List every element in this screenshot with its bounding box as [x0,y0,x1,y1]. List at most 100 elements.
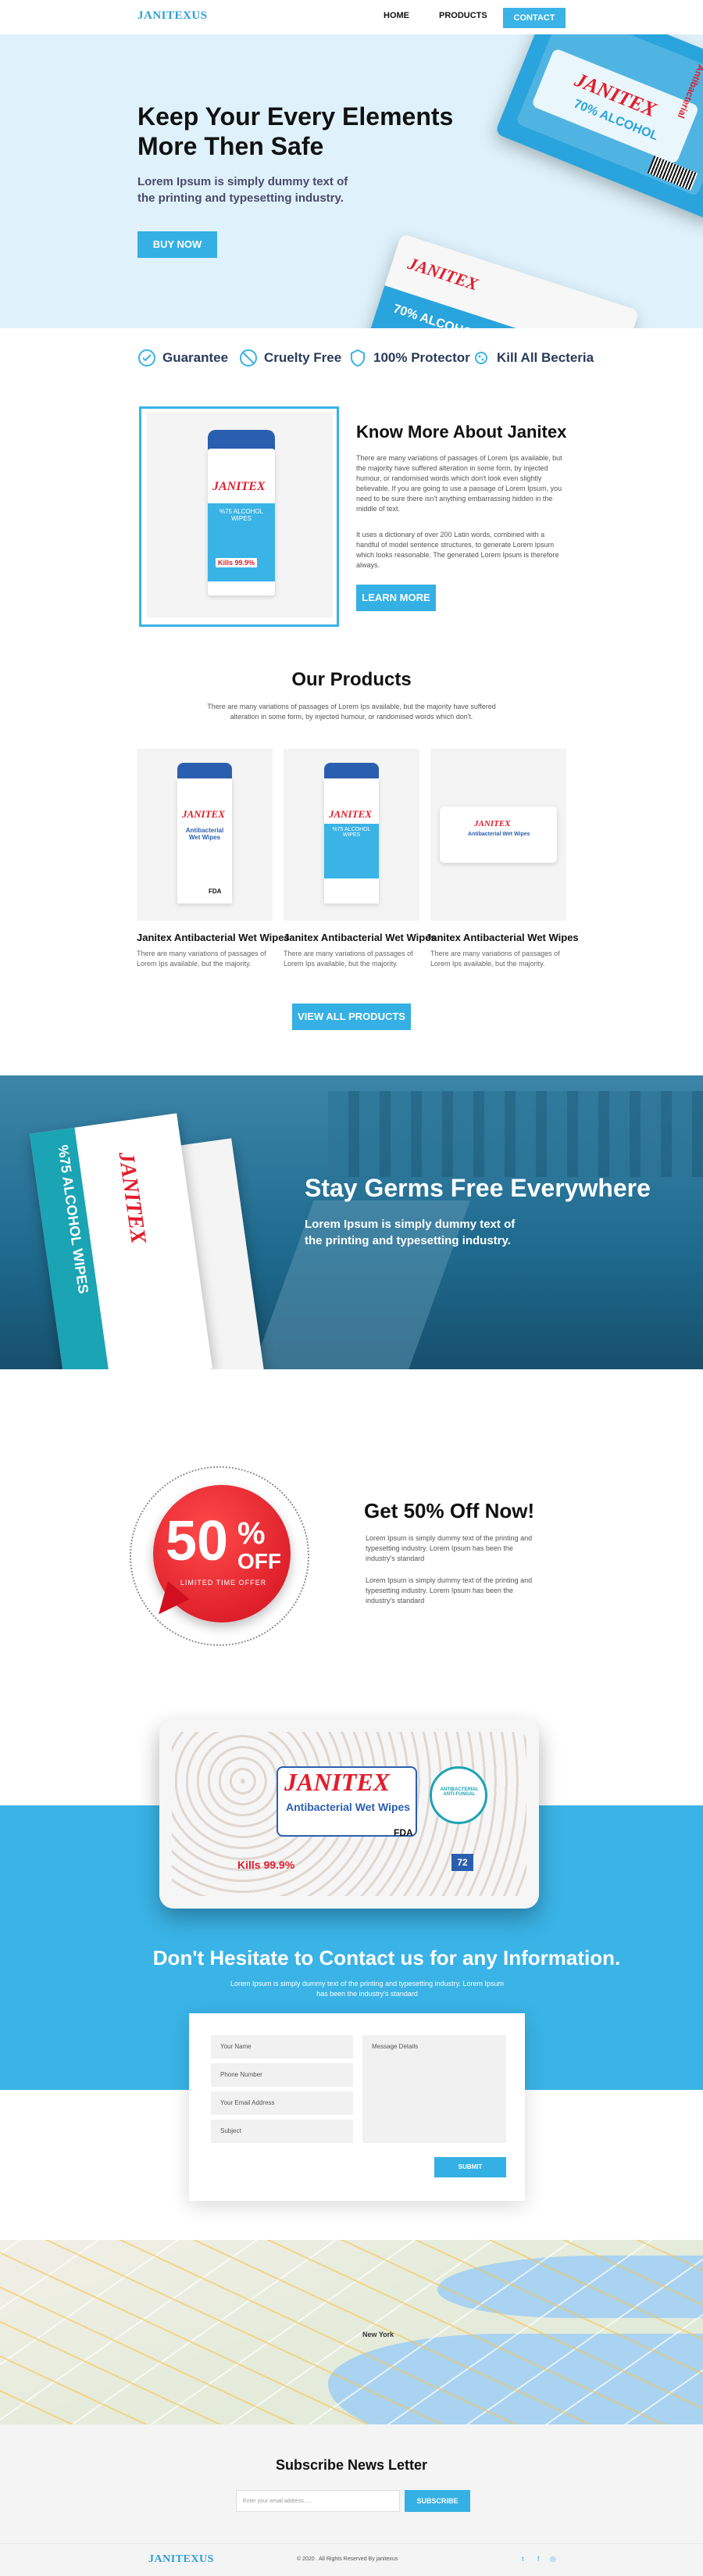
about-title: Know More About Janitex [356,422,567,442]
offer-paragraph-2: Lorem Ipsum is simply dummy text of the … [366,1576,533,1605]
products-title: Our Products [291,669,412,690]
offer-paragraph-1: Lorem Ipsum is simply dummy text of the … [366,1534,533,1562]
hero-pack-top: JANITEX 70% ALCOHOL Antibacterial [494,34,703,221]
feature-kill-bacteria-label: Kill All Becteria [497,350,594,365]
name-field[interactable]: Your Name [211,2035,353,2059]
hero-title-line1: Keep Your Every Elements [137,102,454,131]
canister-body: JANITEX %75 ALCOHOL WIPES Kills 99.9% [208,449,275,596]
nav-home-link[interactable]: HOME [384,11,409,20]
about-paragraph-2: It uses a dictionary of over 200 Latin w… [356,531,559,569]
about-product-image: JANITEX %75 ALCOHOL WIPES Kills 99.9% [147,413,333,617]
product-2-brand: JANITEX [329,808,372,820]
guarantee-icon [138,349,155,367]
big-pack-count: 72 [451,1854,473,1871]
instagram-icon[interactable]: ◎ [550,2555,556,2563]
hero-subtitle: Lorem Ipsum is simply dummy text of the … [137,174,395,206]
product-1-desc: There are many variations of passages of… [137,950,266,968]
product-3-name[interactable]: Janitex Antibacterial Wet Wipes [426,932,582,943]
feature-cruelty-free-label: Cruelty Free [264,350,342,365]
product-2-name[interactable]: Janitex Antibacterial Wet Wipes [284,932,440,943]
hero-pack2-brand: JANITEX [405,252,481,295]
feature-protector-label: 100% Protector [373,350,470,365]
canister-brand: JANITEX [212,480,266,493]
bacteria-icon [475,352,487,364]
product-3-label: Antibacterial Wet Wipes [468,832,530,837]
product-2-desc: There are many variations of passages of… [284,950,413,968]
offer-title: Get 50% Off Now! [364,1499,535,1522]
subject-field[interactable]: Subject [211,2120,353,2143]
feature-cruelty-free: Cruelty Free [239,349,341,367]
subscribe-section: Subscribe News Letter Enter your email a… [0,2424,703,2543]
learn-more-button[interactable]: LEARN MORE [356,585,436,611]
germs-subtitle: Lorem Ipsum is simply dummy text of the … [305,1216,555,1249]
cruelty-free-icon [240,349,257,367]
subscribe-title: Subscribe News Letter [275,2457,428,2473]
facebook-icon[interactable]: f [537,2555,540,2563]
view-all-products-button[interactable]: VIEW ALL PRODUCTS [292,1004,411,1030]
nav-contact-button[interactable]: CONTACT [503,8,566,28]
feature-kill-bacteria: Kill All Becteria [472,349,594,367]
subscribe-button[interactable]: SUBSCRIBE [405,2490,470,2512]
big-wipes-pack: JANITEX Antibacterial Wet Wipes Kills 99… [159,1719,539,1909]
product-1-name[interactable]: Janitex Antibacterial Wet Wipes [137,932,293,943]
germs-subtitle-line2: the printing and typesetting industry. [305,1234,511,1247]
email-field[interactable]: Your Email Address [211,2091,353,2115]
canister-kill-badge: Kills 99.9% [216,558,258,567]
big-pack-seal-text: ANTIBACTERIAL ANTI-FUNGAL [440,1787,479,1797]
offer-badge-off: OFF [237,1549,281,1573]
map-roads [0,2240,703,2424]
big-pack-label: Antibacterial Wet Wipes [286,1801,411,1813]
top-navbar: JANITEXUS HOME PRODUCTS CONTACT [0,0,703,34]
about-paragraph-1: There are many variations of passages of… [356,454,562,513]
subscribe-email-input[interactable]: Enter your email address..... [236,2490,400,2512]
offer-badge-big: 50 [166,1510,229,1572]
big-pack-fda: FDA [394,1827,413,1838]
nav-products-link[interactable]: PRODUCTS [439,11,487,20]
contact-title: Don't Hesitate to Contact us for any Inf… [152,1946,621,1970]
contact-subtitle: Lorem Ipsum is simply dummy text of the … [230,1980,504,1998]
footer-logo[interactable]: JANITEXUS [148,2553,214,2566]
phone-field[interactable]: Phone Number [211,2063,353,2087]
city-buildings [328,1091,703,1177]
submit-button[interactable]: SUBMIT [434,2157,506,2177]
product-2-label: %75 ALCOHOL WIPES [332,827,371,838]
product-1-fda: FDA [209,888,222,895]
page: JANITEXUS HOME PRODUCTS CONTACT Keep You… [0,0,703,2576]
hero-title: Keep Your Every Elements More Then Safe [137,102,497,161]
hero-pack-bottom: JANITEX 70% ALCOHOL [360,233,640,328]
feature-guarantee-label: Guarantee [162,350,229,365]
products-subtitle: There are many variations of passages of… [207,703,496,721]
canister-label: %75 ALCOHOL WIPES [219,508,264,522]
germs-free-banner: %75 ALCOHOL WIPES JANITEX Stay Germs Fre… [0,1075,703,1369]
big-pack-kills: Kills 99.9% [237,1859,295,1871]
germs-subtitle-line1: Lorem Ipsum is simply dummy text of [305,1218,516,1231]
germs-title: Stay Germs Free Everywhere [305,1174,651,1202]
hero-subtitle-line1: Lorem Ipsum is simply dummy text of [137,175,348,188]
twitter-icon[interactable]: t [522,2555,524,2563]
location-map[interactable]: New York [0,2240,703,2424]
feature-protector: 100% Protector [348,349,470,367]
product-card-1[interactable]: JANITEX Antibacterial Wet Wipes FDA [137,749,273,921]
product-card-3[interactable]: JANITEX Antibacterial Wet Wipes [430,749,566,921]
footer: JANITEXUS © 2020 . All Rights Reserved B… [0,2543,703,2576]
hero-title-line2: More Then Safe [137,132,324,160]
hero-section: Keep Your Every Elements More Then Safe … [0,34,703,328]
offer-badge-percent: % [237,1516,266,1551]
big-pack-seal: ANTIBACTERIAL ANTI-FUNGAL [430,1766,487,1824]
copyright-text: © 2020 . All Rights Reserved By janitexu… [297,2556,398,2562]
message-field[interactable]: Message Details [362,2035,506,2143]
product-card-2[interactable]: JANITEX %75 ALCOHOL WIPES [284,749,419,921]
product-1-label: Antibacterial Wet Wipes [185,827,224,841]
product-3-brand: JANITEX [474,819,511,828]
big-pack-brand: JANITEX [284,1768,391,1796]
features-row: Guarantee Cruelty Free 100% Protector Ki… [137,349,622,372]
product-1-brand: JANITEX [182,808,225,820]
contact-form: Your Name Phone Number Your Email Addres… [189,2013,525,2201]
sachet-brand: JANITEX [113,1150,151,1246]
map-city-label: New York [362,2331,394,2338]
site-logo[interactable]: JANITEXUS [137,9,208,23]
buy-now-button[interactable]: BUY NOW [137,231,217,258]
offer-badge-sub: LIMITED TIME OFFER [180,1579,267,1587]
protector-icon [351,349,365,367]
product-3-desc: There are many variations of passages of… [430,950,560,968]
